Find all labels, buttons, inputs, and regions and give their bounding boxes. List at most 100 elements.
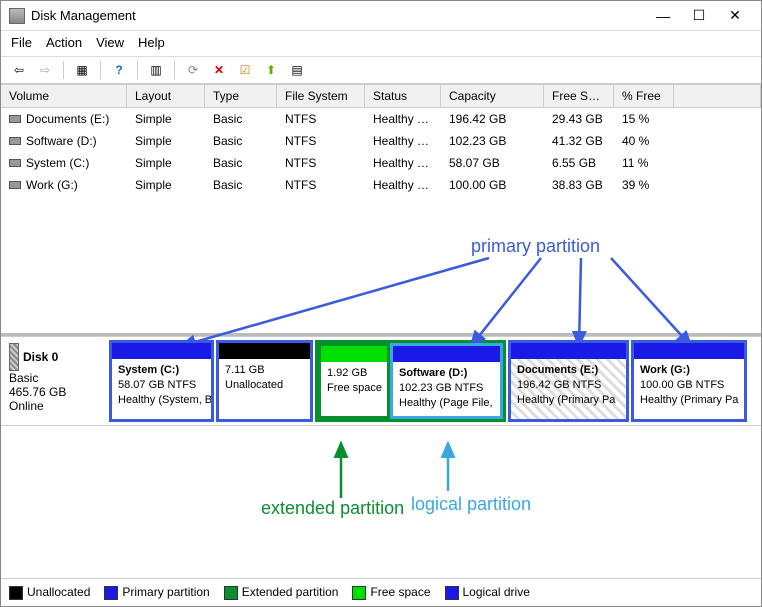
grid-icon[interactable]: ▦ [72, 61, 92, 79]
refresh-icon[interactable]: ⟳ [183, 61, 203, 79]
legend-item: Primary partition [104, 585, 209, 600]
col-type[interactable]: Type [205, 85, 277, 107]
partition-line2: Healthy (System, B [118, 393, 205, 408]
table-body: Documents (E:) Simple Basic NTFS Healthy… [1, 108, 761, 196]
legend-item: Extended partition [224, 585, 339, 600]
table-row[interactable]: Software (D:) Simple Basic NTFS Healthy … [1, 130, 761, 152]
cell-pct: 11 % [614, 152, 674, 174]
partition-line2: Free space [327, 381, 381, 396]
annotation-primary: primary partition [471, 236, 600, 257]
cell-layout: Simple [127, 152, 205, 174]
app-icon [9, 8, 25, 24]
toolbar: ⇦ ⇨ ▦ ? ▥ ⟳ ✕ ☑ ⬆ ▤ [1, 57, 761, 84]
annotation-logical: logical partition [411, 494, 531, 515]
volume-icon [9, 115, 21, 123]
layout-icon[interactable]: ▥ [146, 61, 166, 79]
partition-line2: Healthy (Primary Pa [517, 393, 620, 408]
partition-cap [634, 343, 744, 359]
disk-info[interactable]: Disk 0 Basic 465.76 GB Online [1, 337, 109, 425]
legend-label: Logical drive [463, 585, 530, 599]
volume-name: System (C:) [26, 156, 89, 170]
legend-item: Free space [352, 585, 430, 600]
col-volume[interactable]: Volume [1, 85, 127, 107]
close-button[interactable]: ✕ [717, 2, 753, 30]
col-filesystem[interactable]: File System [277, 85, 365, 107]
volume-icon [9, 137, 21, 145]
forward-button[interactable]: ⇨ [35, 61, 55, 79]
back-button[interactable]: ⇦ [9, 61, 29, 79]
partition[interactable]: Documents (E:) 196.42 GB NTFS Healthy (P… [508, 340, 629, 422]
partition-line1: 100.00 GB NTFS [640, 378, 738, 393]
cell-pct: 15 % [614, 108, 674, 130]
legend-swatch [352, 586, 366, 600]
partition-cap [321, 346, 387, 362]
maximize-button[interactable]: ☐ [681, 2, 717, 30]
props-icon[interactable]: ▤ [287, 61, 307, 79]
table-header: Volume Layout Type File System Status Ca… [1, 84, 761, 108]
menu-view[interactable]: View [96, 35, 124, 50]
table-row[interactable]: Work (G:) Simple Basic NTFS Healthy (P..… [1, 174, 761, 196]
partition-line1: 58.07 GB NTFS [118, 378, 205, 393]
partition-line2: Healthy (Primary Pa [640, 393, 738, 408]
partition-line1: 7.11 GB [225, 363, 304, 378]
partition-strip: System (C:) 58.07 GB NTFS Healthy (Syste… [109, 337, 761, 425]
cell-status: Healthy (S... [365, 152, 441, 174]
menu-action[interactable]: Action [46, 35, 82, 50]
partition-title: Software (D:) [399, 366, 494, 381]
cell-status: Healthy (P... [365, 108, 441, 130]
col-pctfree[interactable]: % Free [614, 85, 674, 107]
up-icon[interactable]: ⬆ [261, 61, 281, 79]
col-free[interactable]: Free Spa... [544, 85, 614, 107]
legend: Unallocated Primary partition Extended par… [1, 578, 761, 606]
minimize-button[interactable]: ― [645, 2, 681, 30]
col-capacity[interactable]: Capacity [441, 85, 544, 107]
disk-status: Online [9, 399, 101, 413]
legend-label: Unallocated [27, 585, 90, 599]
partition[interactable]: 1.92 GB Free space [318, 343, 390, 419]
partition-title: System (C:) [118, 363, 205, 378]
cell-fs: NTFS [277, 174, 365, 196]
cell-fs: NTFS [277, 108, 365, 130]
volume-icon [9, 159, 21, 167]
disk-icon [9, 343, 19, 371]
cell-capacity: 100.00 GB [441, 174, 544, 196]
cell-pct: 40 % [614, 130, 674, 152]
partition[interactable]: Software (D:) 102.23 GB NTFS Healthy (Pa… [390, 343, 503, 419]
legend-item: Unallocated [9, 585, 90, 600]
col-spacer [674, 85, 761, 107]
partition[interactable]: 7.11 GB Unallocated [216, 340, 313, 422]
legend-label: Primary partition [122, 585, 209, 599]
check-icon[interactable]: ☑ [235, 61, 255, 79]
legend-swatch [224, 586, 238, 600]
delete-icon[interactable]: ✕ [209, 61, 229, 79]
menu-help[interactable]: Help [138, 35, 165, 50]
cell-capacity: 102.23 GB [441, 130, 544, 152]
cell-status: Healthy (P... [365, 174, 441, 196]
annotation-extended: extended partition [261, 498, 404, 519]
disk-type: Basic [9, 371, 101, 385]
table-row[interactable]: System (C:) Simple Basic NTFS Healthy (S… [1, 152, 761, 174]
cell-pct: 39 % [614, 174, 674, 196]
partition-line1: 196.42 GB NTFS [517, 378, 620, 393]
partition[interactable]: Work (G:) 100.00 GB NTFS Healthy (Primar… [631, 340, 747, 422]
cell-capacity: 58.07 GB [441, 152, 544, 174]
legend-item: Logical drive [445, 585, 530, 600]
legend-swatch [104, 586, 118, 600]
col-status[interactable]: Status [365, 85, 441, 107]
cell-type: Basic [205, 108, 277, 130]
legend-swatch [9, 586, 23, 600]
cell-layout: Simple [127, 108, 205, 130]
titlebar: Disk Management ― ☐ ✕ [1, 1, 761, 31]
cell-free: 38.83 GB [544, 174, 614, 196]
cell-free: 6.55 GB [544, 152, 614, 174]
menu-file[interactable]: File [11, 35, 32, 50]
help-icon[interactable]: ? [109, 61, 129, 79]
partition[interactable]: System (C:) 58.07 GB NTFS Healthy (Syste… [109, 340, 214, 422]
menubar: File Action View Help [1, 31, 761, 57]
cell-free: 29.43 GB [544, 108, 614, 130]
window-title: Disk Management [31, 8, 645, 23]
cell-type: Basic [205, 174, 277, 196]
table-row[interactable]: Documents (E:) Simple Basic NTFS Healthy… [1, 108, 761, 130]
volume-list: Volume Layout Type File System Status Ca… [1, 84, 761, 336]
col-layout[interactable]: Layout [127, 85, 205, 107]
